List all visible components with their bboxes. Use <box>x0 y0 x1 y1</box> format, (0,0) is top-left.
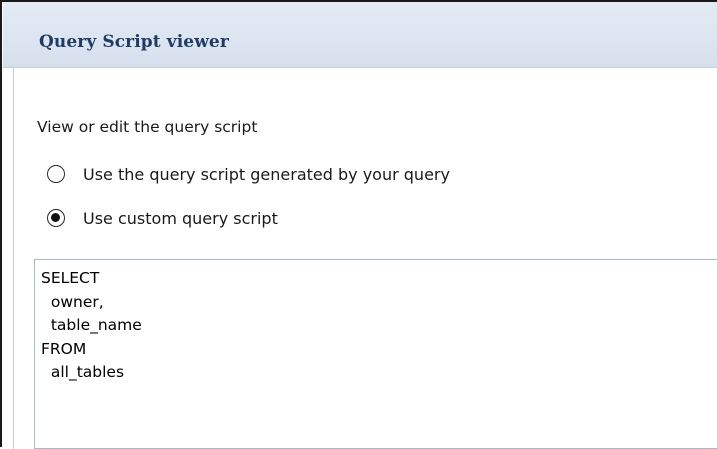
script-line: all_tables <box>41 363 125 381</box>
dialog-content: View or edit the query script Use the qu… <box>14 69 717 449</box>
dialog-title: Query Script viewer <box>39 32 229 52</box>
option-custom-script-label[interactable]: Use custom query script <box>83 209 278 228</box>
instruction-label: View or edit the query script <box>37 118 258 136</box>
option-custom-script[interactable]: Use custom query script <box>47 206 278 230</box>
script-line: owner, <box>41 292 104 311</box>
option-generated-script-label[interactable]: Use the query script generated by your q… <box>83 165 450 184</box>
script-line: SELECT <box>41 269 100 287</box>
script-line: FROM <box>41 339 87 358</box>
query-script-viewer-dialog: Query Script viewer View or edit the que… <box>0 0 717 449</box>
title-bar: Query Script viewer <box>2 2 717 68</box>
radio-dot <box>51 213 60 222</box>
query-script-editor[interactable]: SELECT owner, table_name FROM all_tables <box>34 259 717 449</box>
option-generated-script[interactable]: Use the query script generated by your q… <box>47 162 450 186</box>
radio-unselected-icon[interactable] <box>47 165 65 183</box>
script-line: table_name <box>41 316 142 334</box>
radio-selected-icon[interactable] <box>47 209 65 227</box>
